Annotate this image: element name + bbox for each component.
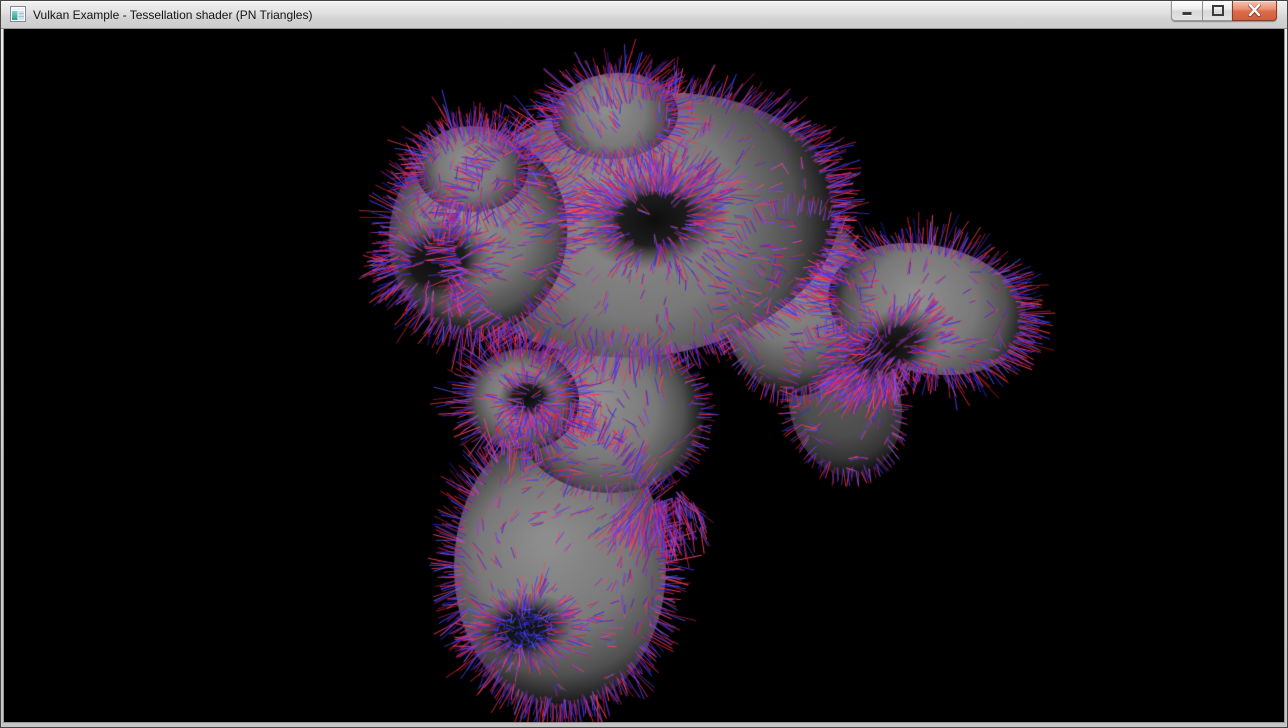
- minimize-button[interactable]: [1171, 1, 1203, 21]
- maximize-button[interactable]: [1203, 1, 1232, 21]
- window-controls: [1171, 1, 1277, 20]
- app-window: Vulkan Example - Tessellation shader (PN…: [0, 0, 1288, 728]
- titlebar[interactable]: Vulkan Example - Tessellation shader (PN…: [1, 1, 1287, 29]
- viewport[interactable]: [4, 29, 1284, 722]
- close-button[interactable]: [1232, 1, 1277, 21]
- app-icon[interactable]: [10, 6, 26, 22]
- window-title: Vulkan Example - Tessellation shader (PN…: [33, 8, 312, 22]
- 3d-render-canvas[interactable]: [4, 29, 1284, 722]
- minimize-icon: [1181, 5, 1193, 17]
- maximize-icon: [1212, 5, 1224, 16]
- close-icon: [1247, 4, 1262, 17]
